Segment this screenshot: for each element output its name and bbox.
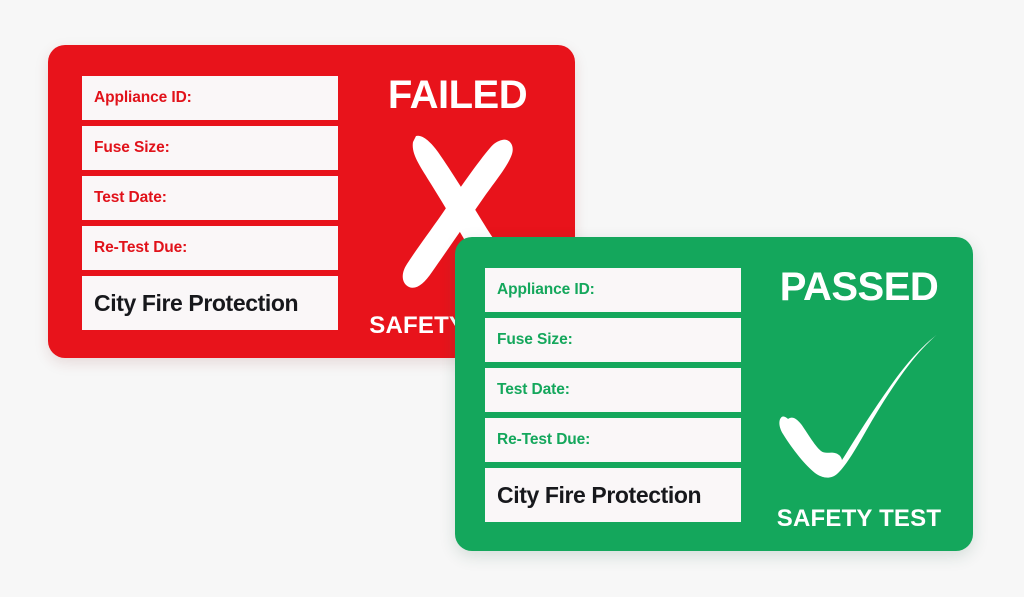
passed-safety-test-label: Appliance ID: Fuse Size: Test Date: Re-T… [455,237,973,551]
field-re-test-due[interactable]: Re-Test Due: [485,418,741,462]
result-heading-passed: PASSED [779,265,939,309]
field-label-test-date: Test Date: [497,381,570,398]
footer-safety-test-passed: SAFETY TEST [776,505,942,532]
field-label-re-test-due: Re-Test Due: [94,239,188,256]
label-sticker-artboard: Appliance ID: Fuse Size: Test Date: Re-T… [0,0,1024,597]
field-label-fuse-size: Fuse Size: [497,331,573,348]
field-appliance-id[interactable]: Appliance ID: [485,268,741,312]
failed-field-stack: Appliance ID: Fuse Size: Test Date: Re-T… [82,76,338,330]
brand-name: City Fire Protection [94,289,299,316]
field-label-appliance-id: Appliance ID: [497,281,595,298]
brand-box: City Fire Protection [82,276,338,330]
field-fuse-size[interactable]: Fuse Size: [485,318,741,362]
check-mark-wrap [755,306,963,505]
field-re-test-due[interactable]: Re-Test Due: [82,226,338,270]
field-label-re-test-due: Re-Test Due: [497,431,591,448]
brand-name: City Fire Protection [497,481,702,508]
field-label-fuse-size: Fuse Size: [94,139,170,156]
field-test-date[interactable]: Test Date: [485,368,741,412]
field-test-date[interactable]: Test Date: [82,176,338,220]
field-label-appliance-id: Appliance ID: [94,89,192,106]
passed-result-column: PASSED SAFETY TEST [755,237,963,551]
check-mark-icon [779,334,937,478]
field-appliance-id[interactable]: Appliance ID: [82,76,338,120]
field-fuse-size[interactable]: Fuse Size: [82,126,338,170]
field-label-test-date: Test Date: [94,189,167,206]
passed-field-stack: Appliance ID: Fuse Size: Test Date: Re-T… [485,268,741,522]
brand-box: City Fire Protection [485,468,741,522]
